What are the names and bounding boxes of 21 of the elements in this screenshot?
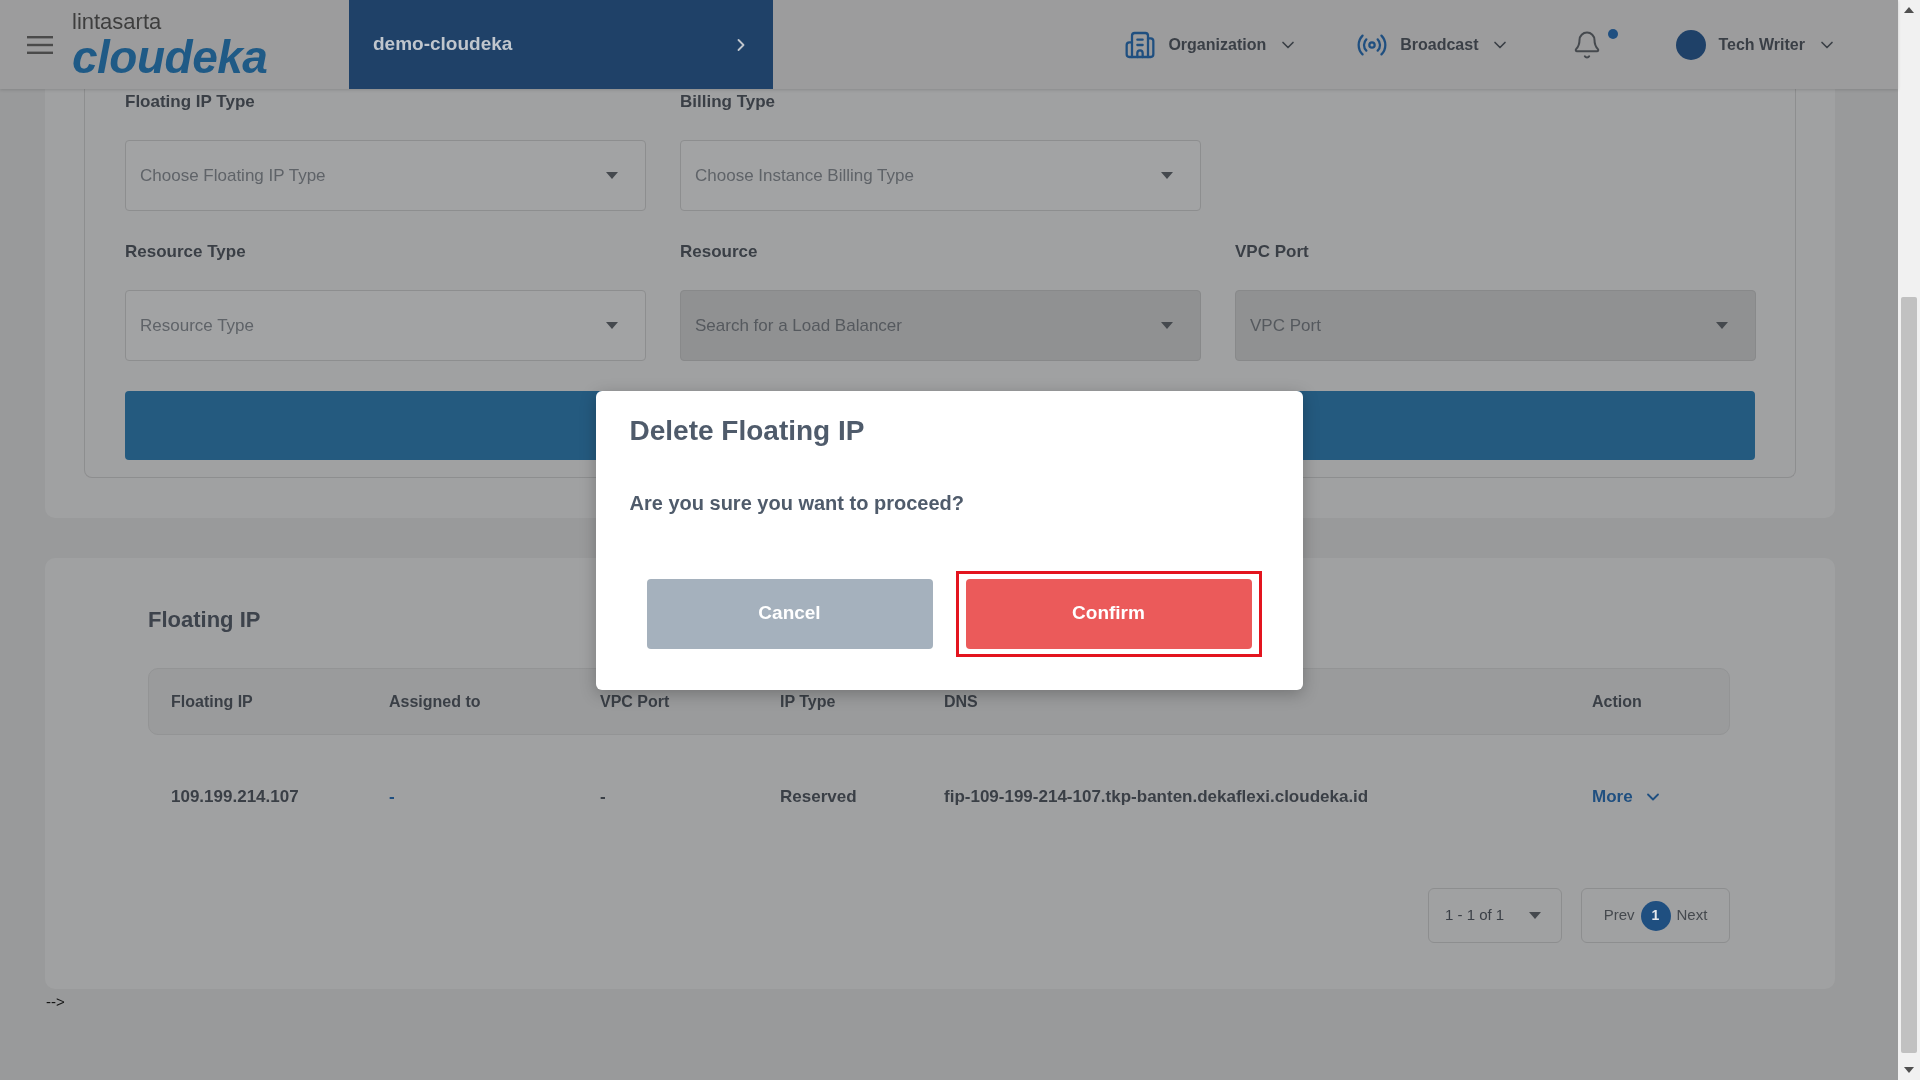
table-cell-text: -	[600, 786, 606, 809]
column-header: Floating IP	[171, 691, 253, 712]
column-header: VPC Port	[600, 691, 670, 712]
column-header: Action	[1592, 691, 1642, 712]
stray-text: -->	[46, 993, 65, 1011]
logo-wordmark: cloudeka	[72, 33, 268, 80]
table-cell-text: 109.199.214.107	[171, 786, 299, 809]
table-cell-text: fip-109-199-214-107.tkp-banten.dekaflexi.cloudeka.id	[944, 786, 1369, 809]
field-label: Billing Type	[680, 91, 776, 113]
field-label: Floating IP Type	[125, 91, 255, 113]
field-label: VPC Port	[1235, 241, 1309, 263]
column-header: Assigned to	[389, 691, 481, 712]
field-label: Resource Type	[125, 241, 246, 263]
section-title: Floating IP	[148, 606, 261, 634]
table-cell-text: Reserved	[780, 786, 857, 809]
dialog-message: Are you sure you want to proceed?	[629, 490, 964, 515]
logo-company-text: lintasarta	[72, 9, 162, 34]
column-header: DNS	[944, 691, 978, 712]
dialog-title: Delete Floating IP	[629, 413, 865, 448]
column-header: IP Type	[780, 691, 836, 712]
field-label: Resource	[680, 241, 758, 263]
